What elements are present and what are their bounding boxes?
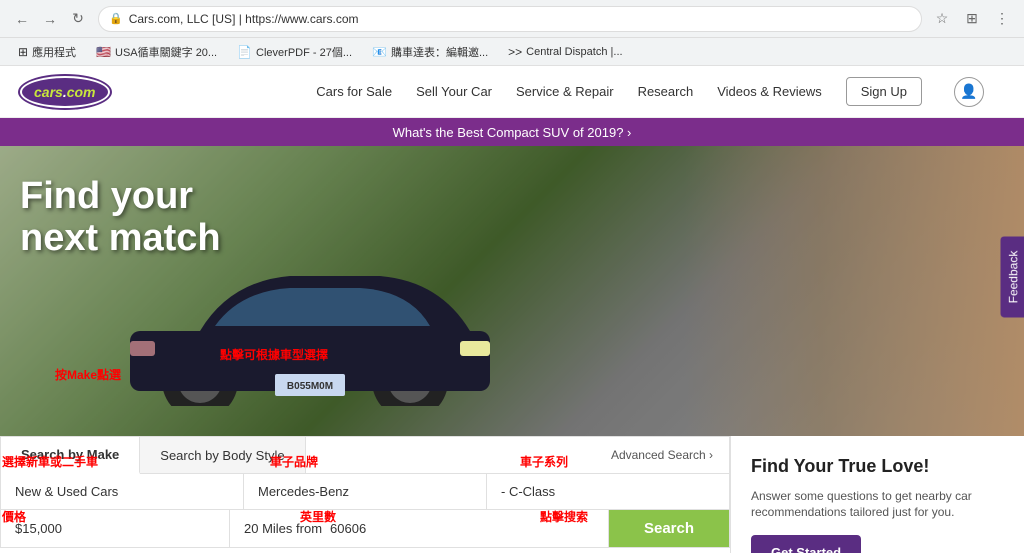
- site-content: cars.com Cars for Sale Sell Your Car Ser…: [0, 66, 1024, 553]
- make-field[interactable]: [244, 474, 487, 509]
- bottom-row: Search by Make Search by Body Style Adva…: [0, 436, 1024, 553]
- site-header: cars.com Cars for Sale Sell Your Car Ser…: [0, 66, 1024, 118]
- bookmark-cleverpdf[interactable]: 📄 CleverPDF - 27個...: [229, 42, 360, 62]
- main-nav: Cars for Sale Sell Your Car Service & Re…: [316, 77, 984, 107]
- advanced-search-link[interactable]: Advanced Search ›: [595, 437, 729, 473]
- extensions-button[interactable]: ⊞: [960, 7, 984, 31]
- user-icon-button[interactable]: 👤: [954, 77, 984, 107]
- search-panel: Search by Make Search by Body Style Adva…: [0, 436, 730, 548]
- reload-button[interactable]: ↻: [66, 7, 90, 31]
- search-button[interactable]: Search: [609, 510, 729, 547]
- address-text: Cars.com, LLC [US] | https://www.cars.co…: [129, 12, 911, 26]
- get-started-button[interactable]: Get Started: [751, 535, 861, 553]
- hero-title-line1: Find your: [20, 176, 221, 218]
- zip-field[interactable]: [330, 521, 390, 536]
- model-field[interactable]: [487, 474, 729, 509]
- dispatch-icon: >>: [508, 45, 522, 59]
- tab-search-by-body[interactable]: Search by Body Style: [140, 437, 305, 473]
- bookmark-mail[interactable]: 📧 購車達表：編輯邀...: [364, 42, 496, 62]
- address-bar[interactable]: 🔒 Cars.com, LLC [US] | https://www.cars.…: [98, 6, 922, 32]
- bookmark-star-button[interactable]: ☆: [930, 7, 954, 31]
- bookmark-apps[interactable]: ⊞ Cars for Sale 應用程式: [10, 42, 84, 62]
- apps-icon: ⊞: [18, 45, 28, 59]
- tab-search-by-make[interactable]: Search by Make: [1, 437, 140, 474]
- miles-label: 20 Miles from: [244, 521, 322, 536]
- hero-title: Find your next match: [20, 176, 221, 260]
- logo-container[interactable]: cars.com: [20, 76, 110, 108]
- browser-chrome: ← → ↻ 🔒 Cars.com, LLC [US] | https://www…: [0, 0, 1024, 38]
- condition-field[interactable]: [1, 474, 244, 509]
- cars-com-logo[interactable]: cars.com: [20, 76, 110, 108]
- bookmarks-bar: ⊞ Cars for Sale 應用程式 🇺🇸 USA循車關鍵字 20... 📄…: [0, 38, 1024, 66]
- feedback-tab[interactable]: Feedback: [1001, 236, 1024, 317]
- menu-button[interactable]: ⋮: [990, 7, 1014, 31]
- svg-text:B055M0M: B055M0M: [287, 381, 333, 392]
- nav-cars-for-sale[interactable]: Cars for Sale: [316, 84, 392, 99]
- find-love-description: Answer some questions to get nearby car …: [751, 488, 1004, 522]
- nav-sell-your-car[interactable]: Sell Your Car: [416, 84, 492, 99]
- promo-text: What's the Best Compact SUV of 2019? ›: [393, 125, 632, 140]
- miles-from-container: 20 Miles from: [230, 510, 609, 547]
- hero-person-area: [684, 146, 1024, 436]
- search-fields-row1: [1, 474, 729, 509]
- back-button[interactable]: ←: [10, 7, 34, 31]
- nav-videos-reviews[interactable]: Videos & Reviews: [717, 84, 822, 99]
- find-love-section: Find Your True Love! Answer some questio…: [730, 436, 1024, 553]
- nav-service-repair[interactable]: Service & Repair: [516, 84, 614, 99]
- bookmark-dispatch[interactable]: >> Central Dispatch |...: [500, 43, 630, 61]
- find-love-title: Find Your True Love!: [751, 456, 1004, 478]
- nav-research[interactable]: Research: [638, 84, 694, 99]
- hero-title-line2: next match: [20, 218, 221, 260]
- bookmark-usa[interactable]: 🇺🇸 USA循車關鍵字 20...: [88, 42, 225, 62]
- promo-banner[interactable]: What's the Best Compact SUV of 2019? ›: [0, 118, 1024, 146]
- price-field[interactable]: [1, 510, 230, 547]
- mail-icon: 📧: [372, 45, 387, 59]
- search-tabs: Search by Make Search by Body Style Adva…: [1, 437, 729, 474]
- browser-actions: ☆ ⊞ ⋮: [930, 7, 1014, 31]
- usa-icon: 🇺🇸: [96, 45, 111, 59]
- search-fields-row2: 20 Miles from Search: [1, 509, 729, 547]
- search-section: Search by Make Search by Body Style Adva…: [0, 436, 730, 553]
- forward-button[interactable]: →: [38, 7, 62, 31]
- pdf-icon: 📄: [237, 45, 252, 59]
- signup-button[interactable]: Sign Up: [846, 77, 922, 106]
- hero-section: B055M0M Find your next match 按Make點選 點擊可…: [0, 146, 1024, 436]
- browser-nav-buttons: ← → ↻: [10, 7, 90, 31]
- lock-icon: 🔒: [109, 12, 123, 25]
